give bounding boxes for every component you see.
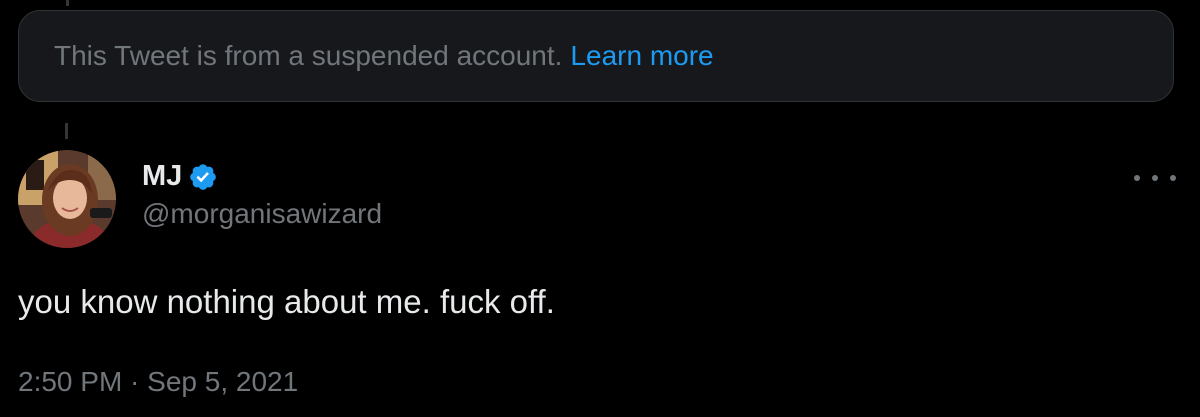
verified-badge-icon xyxy=(188,162,218,192)
author-handle[interactable]: @morganisawizard xyxy=(142,198,382,230)
avatar[interactable] xyxy=(18,150,116,248)
author-name[interactable]: MJ xyxy=(142,160,182,193)
thread-connector-line xyxy=(65,123,68,139)
avatar-image xyxy=(18,150,116,248)
notice-text: This Tweet is from a suspended account. xyxy=(54,40,563,71)
suspended-account-notice: This Tweet is from a suspended account. … xyxy=(18,10,1174,102)
dot xyxy=(1152,175,1158,181)
thread-connector-line xyxy=(66,0,69,6)
tweet-timestamp[interactable]: 2:50 PM · Sep 5, 2021 xyxy=(18,366,298,398)
tweet-page: This Tweet is from a suspended account. … xyxy=(0,0,1200,417)
dot xyxy=(1134,175,1140,181)
author-name-row[interactable]: MJ xyxy=(142,160,218,193)
more-horizontal-icon[interactable] xyxy=(1134,166,1176,190)
tweet-text: you know nothing about me. fuck off. xyxy=(18,283,555,320)
dot xyxy=(1170,175,1176,181)
learn-more-link[interactable]: Learn more xyxy=(570,40,713,72)
